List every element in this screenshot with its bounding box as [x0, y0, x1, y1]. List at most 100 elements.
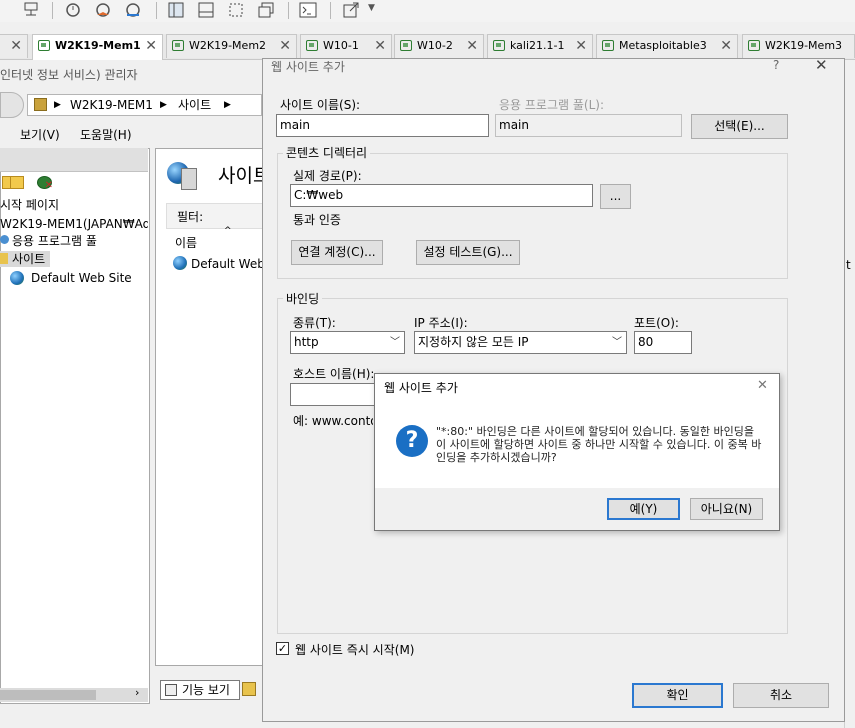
browse-button[interactable]: ... [600, 184, 631, 209]
tree-server[interactable]: W2K19-MEM1(JAPAN₩Adm [0, 216, 148, 232]
ip-label: IP 주소(I): [414, 316, 468, 330]
breadcrumb-sites[interactable]: 사이트 [178, 95, 211, 115]
menu-bar: 보기(V) 도움말(H) [0, 124, 262, 146]
network-icon[interactable] [22, 1, 40, 19]
snapshot-icon[interactable] [64, 1, 82, 19]
app-pool-label: 응용 프로그램 풀(L): [499, 98, 605, 112]
chevron-right-icon: ▶ [54, 100, 61, 110]
address-bar[interactable]: ▶ W2K19-MEM1 ▶ 사이트 ▶ [27, 94, 262, 116]
vm-icon [38, 40, 50, 51]
vm-tab[interactable]: W2K19-Mem1 ✕ [32, 34, 163, 60]
right-edge-text: t [846, 258, 851, 272]
sites-folder-icon [0, 253, 8, 264]
chevron-right-icon[interactable]: › [135, 686, 139, 699]
features-view-icon [165, 684, 177, 696]
chevron-down-icon[interactable]: ▼ [368, 3, 375, 13]
binding-title: 바인딩 [283, 290, 323, 307]
chevron-down-icon: ﹀ [390, 337, 400, 348]
globe-icon [173, 256, 187, 270]
breadcrumb-server[interactable]: W2K19-MEM1 [70, 95, 153, 115]
help-icon[interactable]: ? [773, 58, 779, 72]
terminal-icon[interactable] [299, 1, 317, 19]
close-icon[interactable]: ✕ [374, 35, 386, 57]
snapshot-manager-icon[interactable] [124, 1, 142, 19]
example-text: 예: www.contoso.com [293, 414, 373, 428]
sort-asc-icon: ^ [224, 226, 232, 236]
dialog-title: 웹 사이트 추가 [271, 60, 345, 74]
vm-icon [306, 40, 318, 51]
content-directory-title: 콘텐츠 디렉터리 [283, 144, 371, 161]
vm-icon [748, 40, 760, 51]
vm-icon [602, 40, 614, 51]
filter-label: 필터: [177, 210, 204, 224]
vm-icon [493, 40, 505, 51]
close-icon[interactable]: ✕ [145, 35, 157, 57]
close-icon[interactable]: ✕ [466, 35, 478, 57]
pass-auth-label: 통과 인증 [293, 213, 341, 227]
sidebar-view-icon[interactable] [167, 1, 185, 19]
scrollbar-thumb[interactable] [0, 690, 96, 700]
vm-tab-prev[interactable]: ✕ [0, 34, 28, 58]
vm-tab[interactable]: W2K19-Mem2 ✕ [166, 34, 297, 58]
fit-window-icon[interactable] [227, 1, 245, 19]
vm-tab[interactable]: Metasploitable3 ✕ [596, 34, 738, 58]
site-row[interactable]: Default Web [191, 257, 265, 271]
vm-tab[interactable]: kali21.1-1 ✕ [487, 34, 593, 58]
no-button[interactable]: 아니요(N) [690, 498, 763, 520]
close-icon[interactable]: ✕ [10, 35, 22, 57]
app-pool-icon [0, 235, 9, 244]
chevron-right-icon: ▶ [224, 100, 231, 110]
test-settings-button[interactable]: 설정 테스트(G)... [416, 240, 520, 265]
vm-toolbar: ▼ [0, 0, 855, 22]
column-header-name[interactable]: 이름 [175, 234, 197, 251]
content-view-icon[interactable] [242, 682, 256, 696]
start-now-label: 웹 사이트 즉시 시작(M) [295, 643, 415, 657]
fullscreen-icon[interactable] [257, 1, 275, 19]
port-label: 포트(O): [634, 316, 679, 330]
yes-button[interactable]: 예(Y) [607, 498, 680, 520]
host-name-label: 호스트 이름(H): [293, 367, 375, 381]
close-icon[interactable]: ✕ [757, 378, 768, 393]
app-pool-input: main [495, 114, 682, 137]
physical-path-input[interactable]: C:₩web [290, 184, 593, 207]
tree-default-web-site[interactable]: Default Web Site [31, 270, 132, 286]
close-icon[interactable]: ✕ [815, 56, 828, 74]
close-icon[interactable]: ✕ [279, 35, 291, 57]
vm-tab-strip: ✕ W2K19-Mem1 ✕ W2K19-Mem2 ✕ W10-1 ✕ W10-2 ✕ … [0, 34, 855, 60]
cancel-button[interactable]: 취소 [733, 683, 829, 708]
menu-view[interactable]: 보기(V) [20, 124, 60, 146]
open-folder-icon[interactable] [10, 176, 24, 189]
ok-button[interactable]: 확인 [632, 683, 723, 708]
vm-tab[interactable]: W10-1 ✕ [300, 34, 392, 58]
filter-bar: 필터: [166, 203, 265, 229]
chevron-right-icon: ▶ [160, 100, 167, 110]
vm-tab[interactable]: W10-2 ✕ [394, 34, 484, 58]
tree-start-page[interactable]: 시작 페이지 [0, 197, 59, 213]
console-view-icon[interactable] [197, 1, 215, 19]
ip-select[interactable]: 지정하지 않은 모든 IP ﹀ [414, 331, 627, 354]
start-now-checkbox[interactable]: ✓ [276, 642, 289, 655]
revert-snapshot-icon[interactable] [94, 1, 112, 19]
content-title: 사이트 [218, 165, 264, 187]
close-icon[interactable]: ✕ [720, 35, 732, 57]
vm-tab[interactable]: W2K19-Mem3 [742, 34, 855, 58]
connect-as-button[interactable]: 연결 계정(C)... [291, 240, 383, 265]
select-button[interactable]: 선택(E)... [691, 114, 788, 139]
host-name-input[interactable] [290, 383, 380, 406]
window-title: 인터넷 정보 서비스) 관리자 [0, 68, 138, 82]
server-icon [34, 98, 47, 111]
stretch-icon[interactable] [342, 1, 360, 19]
message-text: "*:80:" 바인딩은 다른 사이트에 할당되어 있습니다. 동일한 바인딩을… [436, 425, 762, 464]
vm-icon [172, 40, 184, 51]
disconnect-icon[interactable]: ✕ [37, 176, 53, 191]
vm-icon [400, 40, 412, 51]
close-icon[interactable]: ✕ [575, 35, 587, 57]
tree-app-pools[interactable]: 응용 프로그램 풀 [0, 233, 97, 249]
message-box-title: 웹 사이트 추가 [384, 381, 458, 395]
port-input[interactable]: 80 [634, 331, 692, 354]
type-select[interactable]: http ﹀ [290, 331, 405, 354]
right-edge-panel [844, 60, 855, 728]
site-name-input[interactable]: main [276, 114, 489, 137]
menu-help[interactable]: 도움말(H) [80, 124, 132, 146]
features-view-tab[interactable]: 기능 보기 [160, 680, 240, 700]
